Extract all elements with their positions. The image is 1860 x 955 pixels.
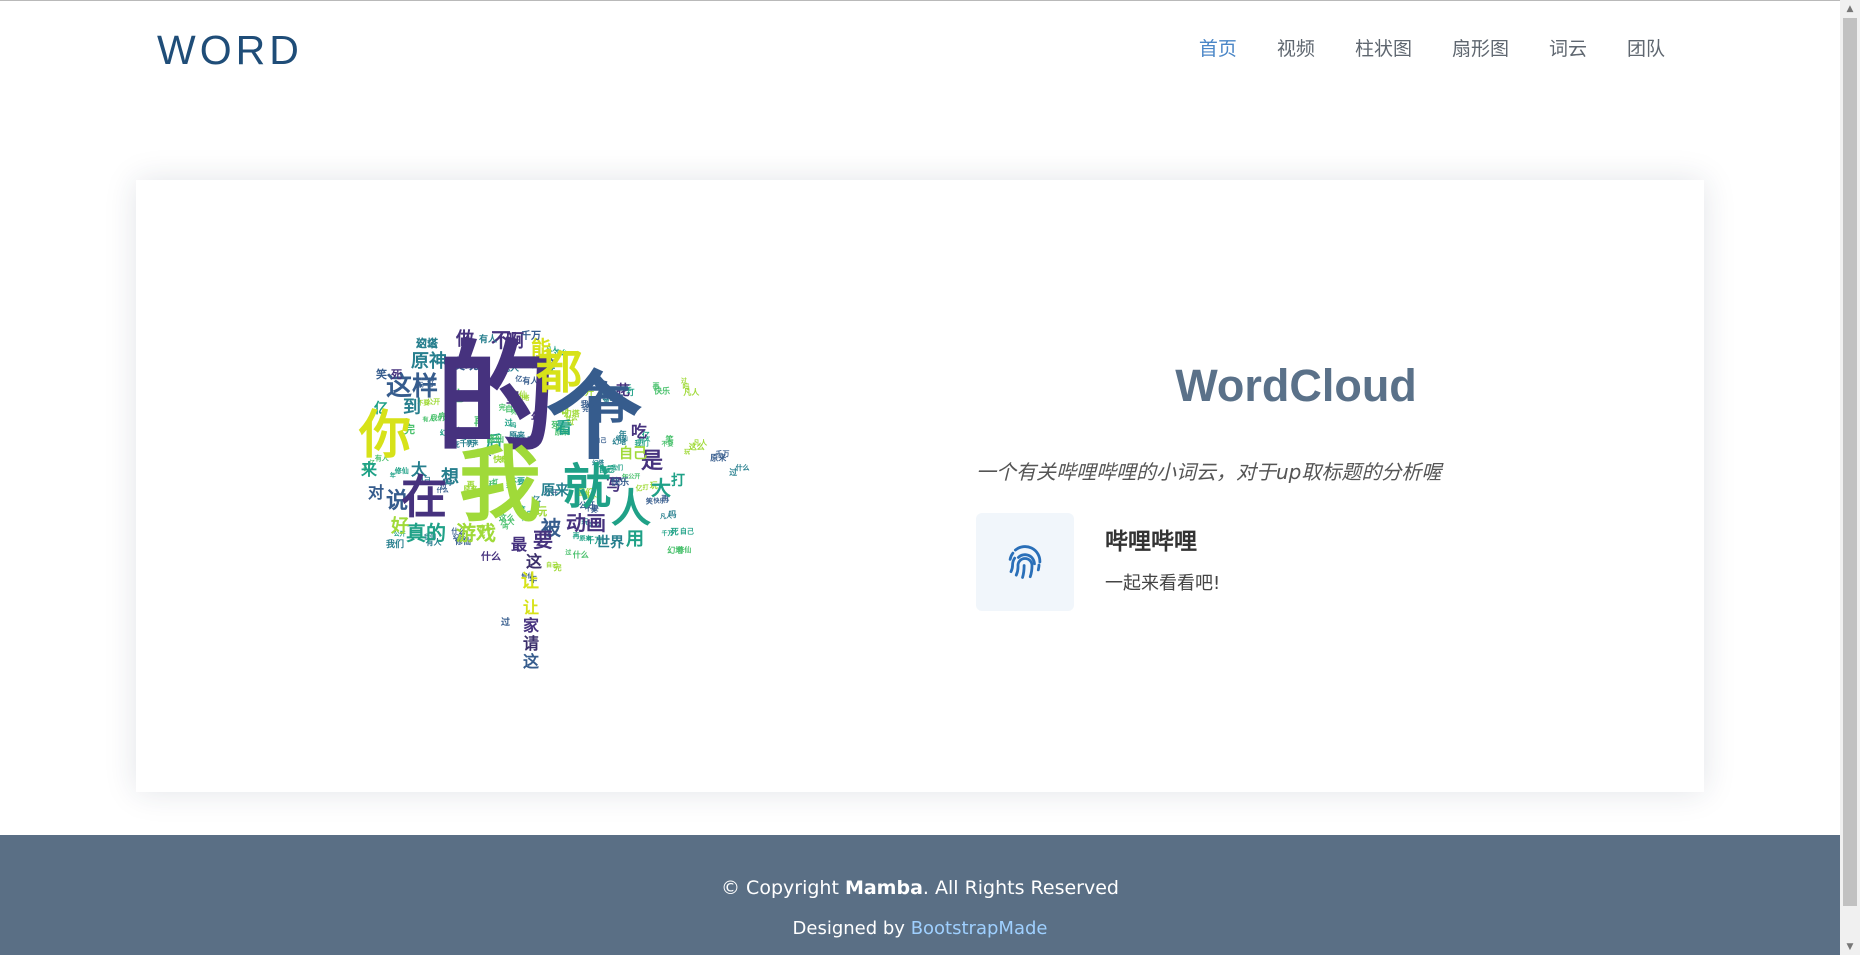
nav-wordcloud[interactable]: 词云 — [1549, 34, 1587, 61]
wordcloud-word: 有 — [586, 378, 630, 429]
wordcloud-word: 让 — [521, 571, 539, 592]
site-footer: © Copyright Mamba. All Rights Reserved D… — [0, 835, 1840, 955]
nav-home[interactable]: 首页 — [1199, 34, 1237, 61]
scroll-thumb[interactable] — [1843, 18, 1857, 906]
wordcloud-word: 公开 — [628, 472, 640, 480]
wordcloud-card: 幻塔笑死亿吗年再完玩什么 不要 千万 有人 凡人 修仙 快乐 自己打过公开 原来 我们 这么 幻塔笑死… — [136, 180, 1704, 792]
wordcloud-word: 我们 — [386, 538, 404, 550]
wordcloud-word: 人 — [611, 486, 651, 532]
wordcloud-word: 请 — [523, 634, 539, 653]
wordcloud-word: 凡人 — [683, 387, 700, 397]
wordcloud-word: 在 — [401, 470, 447, 524]
wordcloud-word: 笑 — [376, 367, 387, 381]
wordcloud-word: 让 — [523, 598, 539, 617]
wordcloud-svg: 幻塔笑死亿吗年再完玩什么不要千万有人凡人修仙快乐自己打过公开原来我们这么幻塔笑死… — [358, 328, 750, 671]
wordcloud-word: 这么 — [689, 442, 705, 452]
fingerprint-icon — [1008, 545, 1042, 579]
nav-bar-chart[interactable]: 柱状图 — [1355, 34, 1412, 61]
wordcloud-word: 过 — [501, 616, 510, 628]
copyright-suffix: . All Rights Reserved — [922, 877, 1119, 899]
site-header: WORD 首页 视频 柱状图 扇形图 词云 团队 — [0, 1, 1840, 89]
wordcloud-word: 世界 — [596, 534, 625, 551]
wordcloud-word: 死 — [391, 368, 402, 381]
wordcloud-word: 原来 — [710, 453, 727, 463]
wordcloud-word: 不要 — [662, 440, 674, 448]
page-title: WordCloud — [1175, 360, 1417, 411]
scroll-up-arrow-icon[interactable]: ▲ — [1840, 0, 1860, 17]
nav-pie-chart[interactable]: 扇形图 — [1452, 34, 1509, 61]
wordcloud-word: 玩 — [684, 449, 690, 456]
wordcloud-word: 过 — [729, 467, 737, 477]
wordcloud-word: 都 — [535, 345, 582, 399]
wordcloud-word: 什么 — [481, 550, 501, 563]
wordcloud-word: 什么 — [736, 463, 750, 472]
wordcloud-word: 用 — [626, 529, 644, 550]
vertical-scrollbar[interactable]: ▲ ▼ — [1840, 0, 1860, 955]
wordcloud-word: 对 — [368, 483, 384, 502]
wordcloud-word: 过 — [565, 549, 571, 557]
scroll-down-arrow-icon[interactable]: ▼ — [1840, 938, 1860, 955]
feature-icon-box — [976, 513, 1074, 611]
wordcloud-word: 这么 — [416, 336, 438, 350]
copyright-text: © Copyright Mamba. All Rights Reserved — [0, 877, 1840, 899]
nav-video[interactable]: 视频 — [1277, 34, 1315, 61]
wordcloud-word: 就 — [563, 459, 611, 515]
feature-title: 哔哩哔哩 — [1105, 529, 1197, 555]
wordcloud-word: 真的 — [406, 521, 446, 545]
wordcloud-word: 自己 — [680, 526, 694, 535]
wordcloud-word: 你 — [358, 406, 411, 466]
wordcloud-word: 原来 — [579, 535, 592, 543]
page-subtitle: 一个有关哔哩哔哩的小词云，对于up取标题的分析喔 — [976, 460, 1442, 484]
wordcloud-word: 千万 — [661, 529, 673, 537]
wordcloud-word: 快乐 — [654, 385, 670, 395]
copyright-brand: Mamba — [844, 877, 923, 899]
wordcloud-word: 打 — [671, 472, 685, 489]
wordcloud-word: 凡人 — [659, 512, 673, 520]
wordcloud-image: 幻塔笑死亿吗年再完玩什么 不要 千万 有人 凡人 修仙 快乐 自己打过公开 原来 我们 这么 幻塔笑死… — [341, 315, 751, 690]
wordcloud-word: 大 — [651, 476, 671, 500]
wordcloud-word: 什么 — [573, 549, 589, 559]
bootstrapmade-link[interactable]: BootstrapMade — [911, 918, 1048, 939]
wordcloud-word: 幻塔 — [667, 545, 684, 555]
copyright-prefix: © Copyright — [721, 877, 845, 899]
feature-description: 一起来看看吧! — [1105, 573, 1221, 594]
site-logo[interactable]: WORD — [157, 27, 303, 74]
credits-prefix: Designed by — [792, 918, 911, 939]
credits-text: Designed by BootstrapMade — [0, 918, 1840, 939]
wordcloud-word: 家 — [523, 616, 540, 635]
wordcloud-word: 这 — [526, 552, 542, 571]
wordcloud-word: 我 — [459, 438, 541, 533]
main-nav: 首页 视频 柱状图 扇形图 词云 团队 — [1199, 34, 1665, 61]
wordcloud-word: 这 — [523, 652, 539, 671]
wordcloud-word: 自己 — [546, 561, 558, 569]
nav-team[interactable]: 团队 — [1627, 34, 1665, 61]
